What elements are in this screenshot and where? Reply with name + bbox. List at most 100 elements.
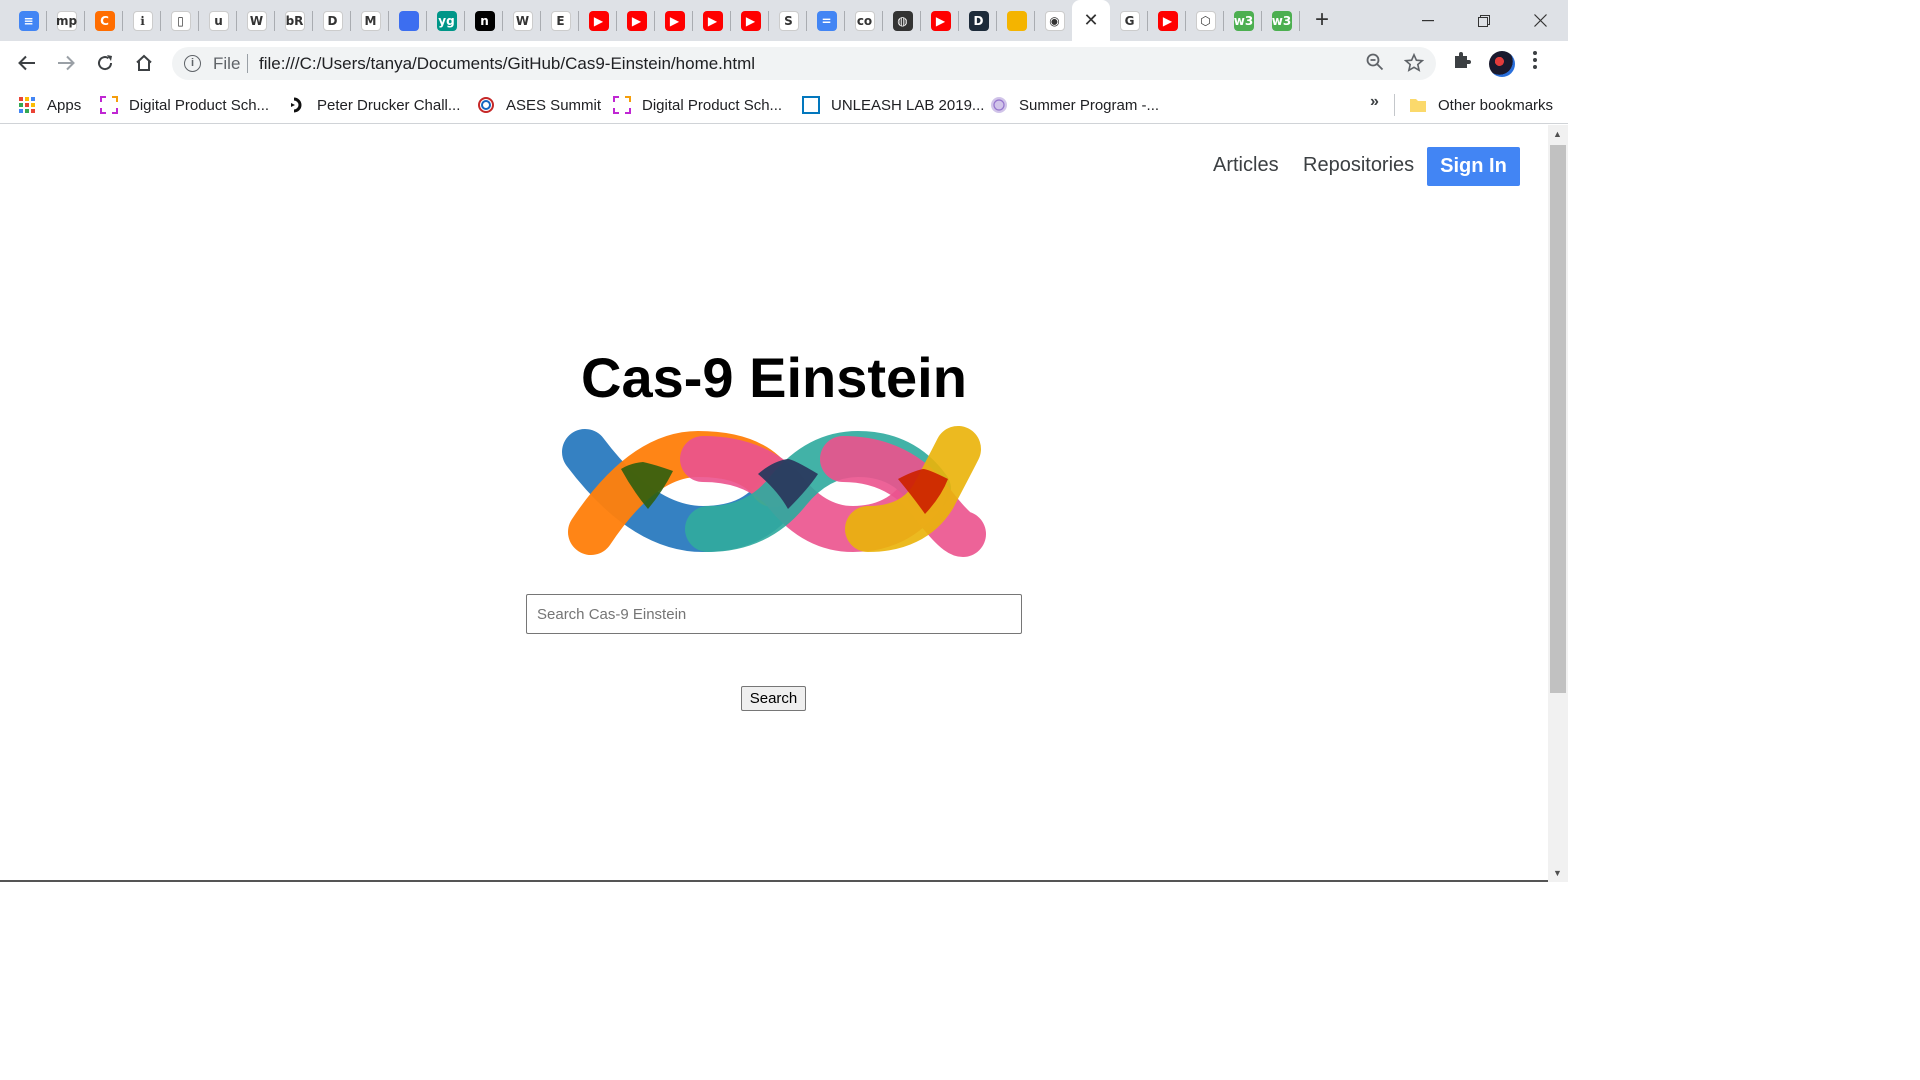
nav-articles-link[interactable]: Articles bbox=[1213, 154, 1279, 177]
browser-tab[interactable]: n bbox=[466, 0, 503, 41]
browser-tab[interactable]: S bbox=[770, 0, 807, 41]
zoom-icon[interactable] bbox=[1366, 53, 1384, 71]
search-button[interactable]: Search bbox=[741, 686, 806, 711]
other-bookmarks[interactable]: Other bookmarks bbox=[1409, 93, 1553, 117]
browser-tab[interactable]: u bbox=[200, 0, 237, 41]
active-tab[interactable]: ✕ bbox=[1072, 0, 1110, 41]
browser-tab[interactable]: yg bbox=[428, 0, 465, 41]
youtube-icon-7: ▶ bbox=[1157, 10, 1178, 31]
forward-arrow-icon bbox=[58, 55, 75, 71]
browser-tab[interactable]: ▶ bbox=[1149, 0, 1186, 41]
minimize-button[interactable] bbox=[1400, 0, 1456, 41]
browser-tab[interactable]: G bbox=[1111, 0, 1148, 41]
browser-tab[interactable]: ⬡ bbox=[1187, 0, 1224, 41]
scroll-down-arrow-icon[interactable]: ▼ bbox=[1553, 868, 1562, 878]
bookmark-digital-product-2[interactable]: Digital Product Sch... bbox=[613, 93, 782, 117]
browser-tab[interactable]: ◉ bbox=[1036, 0, 1073, 41]
back-arrow-icon bbox=[18, 55, 35, 71]
tab-separator bbox=[692, 11, 693, 31]
bookmark-label: Digital Product Sch... bbox=[642, 96, 783, 114]
browser-tab[interactable]: = bbox=[808, 0, 845, 41]
browser-tab[interactable]: w3 bbox=[1225, 0, 1262, 41]
youtube-icon-2: ▶ bbox=[626, 10, 647, 31]
address-bar[interactable]: i File file:///C:/Users/tanya/Documents/… bbox=[172, 47, 1436, 80]
tab-separator bbox=[616, 11, 617, 31]
bookmark-label: ASES Summit bbox=[506, 96, 602, 114]
browser-tab[interactable]: C bbox=[86, 0, 123, 41]
browser-tab[interactable] bbox=[390, 0, 427, 41]
chat-icon: = bbox=[816, 10, 837, 31]
site-info-icon[interactable]: i bbox=[184, 55, 201, 72]
tab-separator bbox=[958, 11, 959, 31]
browser-tab[interactable]: E bbox=[542, 0, 579, 41]
home-icon bbox=[136, 54, 152, 71]
bookmark-label: Digital Product Sch... bbox=[129, 96, 270, 114]
browser-tab[interactable]: ◍ bbox=[884, 0, 921, 41]
browser-tab[interactable]: ▶ bbox=[922, 0, 959, 41]
browser-tab[interactable]: ≡ bbox=[10, 0, 47, 41]
scroll-up-arrow-icon[interactable]: ▲ bbox=[1553, 129, 1562, 139]
browser-tab[interactable]: W bbox=[238, 0, 275, 41]
bookmark-digital-product-1[interactable]: Digital Product Sch... bbox=[100, 93, 269, 117]
br-icon: bR bbox=[284, 10, 305, 31]
bookmark-star-icon[interactable] bbox=[1404, 53, 1424, 73]
other-bookmarks-label: Other bookmarks bbox=[1438, 96, 1554, 114]
chrome-menu-icon[interactable] bbox=[1532, 50, 1538, 70]
scrollbar-thumb[interactable] bbox=[1550, 145, 1566, 693]
more-bookmarks-chevron[interactable]: » bbox=[1370, 93, 1379, 111]
browser-tab[interactable]: bR bbox=[276, 0, 313, 41]
browser-tab[interactable]: ▯ bbox=[162, 0, 199, 41]
restore-button[interactable] bbox=[1456, 0, 1512, 41]
browser-tab[interactable]: ▶ bbox=[694, 0, 731, 41]
browser-tab[interactable]: W bbox=[504, 0, 541, 41]
reload-button[interactable] bbox=[91, 49, 119, 77]
browser-tab[interactable]: D bbox=[960, 0, 997, 41]
browser-tab[interactable]: ▶ bbox=[618, 0, 655, 41]
browser-tab[interactable]: D bbox=[314, 0, 351, 41]
bookmark-ases-summit[interactable]: ASES Summit bbox=[477, 93, 601, 117]
search-input[interactable] bbox=[526, 594, 1022, 634]
tab-separator bbox=[236, 11, 237, 31]
tab-separator bbox=[502, 11, 503, 31]
home-button[interactable] bbox=[130, 49, 158, 77]
url-scheme-label: File bbox=[213, 54, 241, 73]
url-text[interactable]: file:///C:/Users/tanya/Documents/GitHub/… bbox=[259, 54, 755, 74]
close-tab-icon[interactable]: ✕ bbox=[1083, 10, 1098, 31]
tab-separator bbox=[464, 11, 465, 31]
apps-grid-icon bbox=[19, 97, 35, 113]
sign-in-button[interactable]: Sign In bbox=[1427, 147, 1520, 186]
browser-tab[interactable]: ▶ bbox=[656, 0, 693, 41]
browser-tab[interactable]: ℹ bbox=[124, 0, 161, 41]
browser-tab[interactable]: M bbox=[352, 0, 389, 41]
green-doc-icon: ▯ bbox=[170, 10, 191, 31]
codepen-icon: ⬡ bbox=[1195, 10, 1216, 31]
bookmark-summer-program[interactable]: Summer Program -... bbox=[990, 93, 1159, 117]
browser-tab[interactable]: co bbox=[846, 0, 883, 41]
nav-repositories-link[interactable]: Repositories bbox=[1303, 154, 1414, 177]
bookmark-unleash-lab[interactable]: UNLEASH LAB 2019... bbox=[802, 93, 984, 117]
browser-tab[interactable]: ▶ bbox=[580, 0, 617, 41]
browser-tab[interactable]: ▶ bbox=[732, 0, 769, 41]
restore-icon bbox=[1478, 14, 1490, 27]
browser-tab[interactable]: w3 bbox=[1263, 0, 1300, 41]
google-docs-icon: ≡ bbox=[18, 10, 39, 31]
close-window-button[interactable] bbox=[1512, 0, 1568, 41]
co-icon: co bbox=[854, 10, 875, 31]
unleash-icon bbox=[802, 96, 820, 114]
back-button[interactable] bbox=[13, 49, 41, 77]
tab-separator bbox=[350, 11, 351, 31]
tab-separator bbox=[198, 11, 199, 31]
browser-tab[interactable] bbox=[998, 0, 1035, 41]
new-tab-button[interactable]: + bbox=[1310, 8, 1334, 32]
forward-button[interactable] bbox=[52, 49, 80, 77]
folder-icon bbox=[1410, 99, 1426, 112]
profile-avatar[interactable] bbox=[1489, 51, 1515, 77]
bookmark-peter-drucker[interactable]: Peter Drucker Chall... bbox=[288, 93, 460, 117]
address-divider bbox=[247, 54, 248, 73]
browser-tab[interactable]: mp bbox=[48, 0, 85, 41]
page-scrollbar[interactable]: ▲ ▼ bbox=[1548, 125, 1568, 882]
bookmark-apps[interactable]: Apps bbox=[18, 93, 81, 117]
extensions-puzzle-icon[interactable] bbox=[1452, 50, 1472, 70]
tab-separator bbox=[1034, 11, 1035, 31]
close-window-icon bbox=[1533, 14, 1547, 27]
